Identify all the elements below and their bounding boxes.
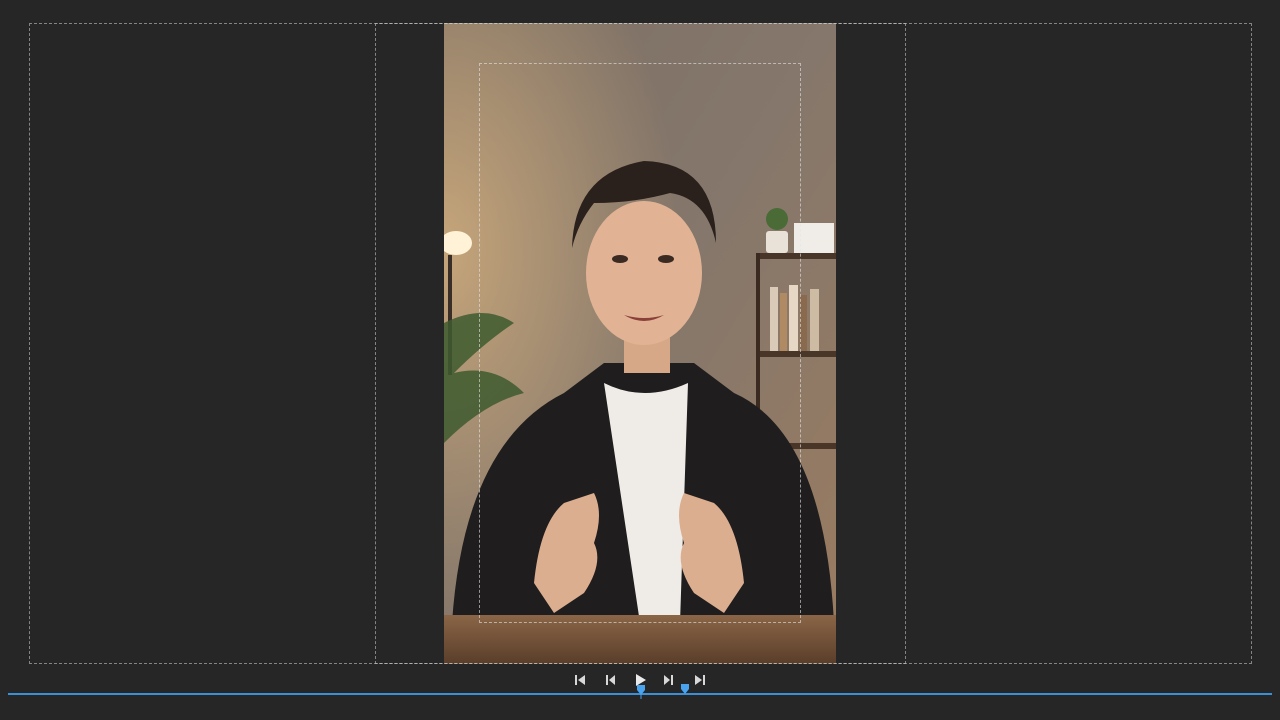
step-forward-icon [664,675,673,685]
playhead-icon [637,685,645,699]
step-forward-button[interactable] [659,670,679,690]
timeline-marker[interactable] [679,683,691,695]
go-to-out-icon [695,675,705,685]
program-monitor [0,0,1280,720]
playhead-handle[interactable] [636,683,646,699]
video-frame[interactable] [444,23,836,664]
marker-icon [681,684,689,694]
go-to-out-point-button[interactable] [690,670,710,690]
step-back-icon [606,675,615,685]
go-to-in-icon [575,675,585,685]
step-back-button[interactable] [600,670,620,690]
go-to-in-point-button[interactable] [570,670,590,690]
video-content [444,23,836,664]
